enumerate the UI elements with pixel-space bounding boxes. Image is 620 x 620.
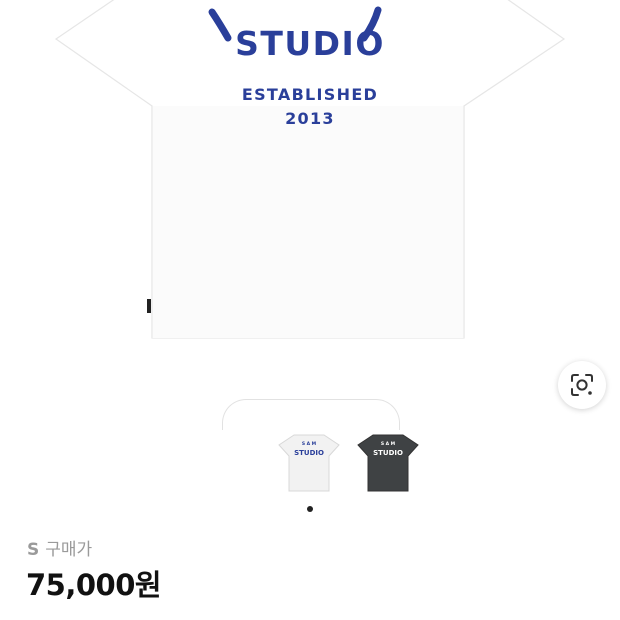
price-label: S 구매가 [27,535,92,560]
thumb-charcoal-mini-top: S A M [380,442,396,447]
thumbnail-charcoal-tshirt[interactable]: S A M STUDIO [355,432,421,494]
thumb-charcoal-mini-title: STUDIO [373,449,403,457]
thumb-white-mini-title: STUDIO [294,449,324,457]
thumbnail-white-tshirt[interactable]: S A M STUDIO [276,432,342,494]
price-value: 75,000원 [26,568,162,602]
lens-search-icon [571,374,593,396]
shirt-print-established: ESTABLISHED [241,85,379,104]
purchase-price-label: 구매가 [45,540,93,560]
shirt-print-title: STUDIO [235,24,385,63]
shirt-print-year: 2013 [285,109,335,128]
product-image: STUDIO ESTABLISHED 2013 [0,0,620,345]
thumb-white-mini-top: S A M [301,442,317,447]
thumbnail-strip-background [222,399,400,430]
lens-search-button[interactable] [558,361,606,409]
pagination-dot-active [307,506,313,512]
size-label: S [27,540,40,560]
